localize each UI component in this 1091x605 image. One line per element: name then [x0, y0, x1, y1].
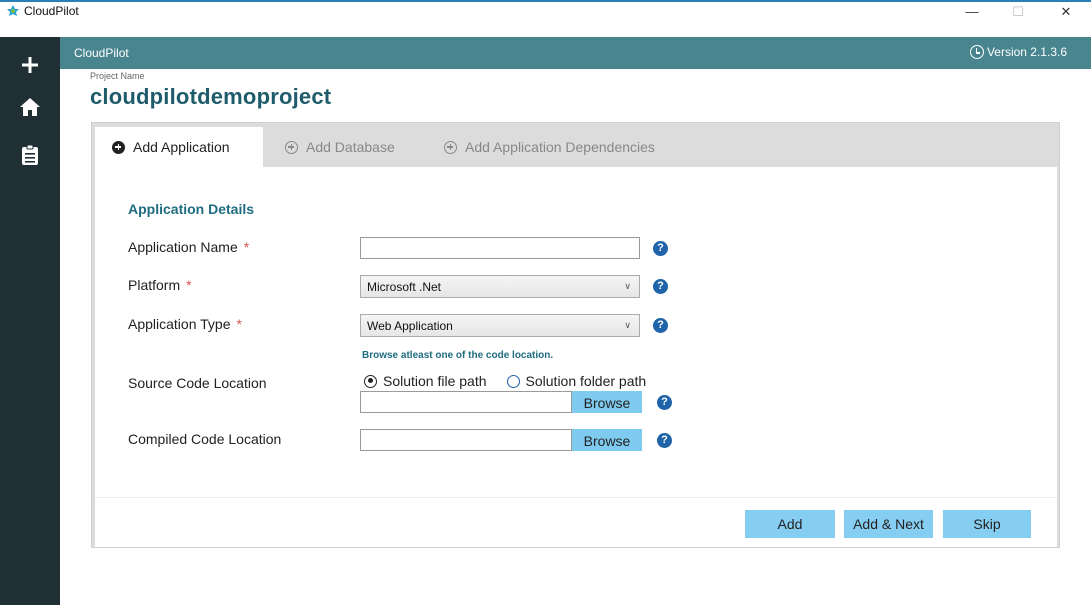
main-panel: Add Application Add Database Add Applica…	[91, 122, 1060, 548]
version-info: Version 2.1.3.6	[969, 45, 1067, 59]
add-circle-icon	[444, 140, 457, 154]
solution-folder-path-radio[interactable]	[506, 374, 520, 388]
required-mark: *	[243, 239, 250, 255]
source-code-path-input[interactable]	[360, 391, 572, 413]
plus-icon[interactable]	[0, 47, 60, 83]
chevron-down-icon: ∨	[624, 281, 631, 291]
close-button[interactable]: ✕	[1046, 2, 1086, 21]
add-circle-icon	[285, 140, 298, 154]
tab-label: Add Database	[306, 139, 395, 155]
maximize-button[interactable]: ☐	[998, 2, 1038, 21]
help-icon[interactable]: ?	[657, 433, 672, 448]
project-name: cloudpilotdemoproject	[90, 84, 332, 109]
solution-folder-path-label[interactable]: Solution folder path	[526, 373, 647, 389]
version-icon	[969, 45, 984, 59]
tab-label: Add Application Dependencies	[465, 139, 655, 155]
form-footer: Add Add & Next Skip	[95, 497, 1057, 547]
source-code-location-label: Source Code Location	[128, 375, 267, 391]
help-icon[interactable]: ?	[653, 279, 668, 294]
compiled-code-location-label: Compiled Code Location	[128, 431, 282, 447]
compiled-code-browse-button[interactable]: Browse	[572, 429, 642, 451]
help-icon[interactable]: ?	[653, 241, 668, 256]
required-mark: *	[186, 277, 192, 293]
solution-file-path-label[interactable]: Solution file path	[383, 373, 487, 389]
project-name-label: Project Name	[90, 71, 145, 81]
version-label: Version 2.1.3.6	[986, 45, 1067, 59]
form-content: Application Details Application Name * ? …	[95, 167, 1057, 497]
application-type-label: Application Type *	[128, 316, 242, 332]
tab-add-database[interactable]: Add Database	[285, 127, 395, 167]
minimize-button[interactable]: —	[952, 2, 992, 21]
add-circle-icon	[112, 140, 125, 154]
platform-select[interactable]: Microsoft .Net ∨	[360, 275, 640, 298]
chevron-down-icon: ∨	[624, 320, 631, 330]
required-mark: *	[236, 316, 242, 332]
application-name-text: Application Name	[128, 239, 238, 255]
code-location-hint: Browse atleast one of the code location.	[362, 350, 554, 361]
window-titlebar: CloudPilot — ☐ ✕	[0, 0, 1091, 19]
home-icon[interactable]	[0, 89, 60, 125]
add-button[interactable]: Add	[745, 510, 835, 538]
report-icon[interactable]	[0, 137, 60, 173]
application-type-text: Application Type	[128, 316, 231, 332]
application-type-value: Web Application	[367, 319, 453, 333]
application-type-select[interactable]: Web Application ∨	[360, 314, 640, 337]
help-icon[interactable]: ?	[653, 318, 668, 333]
application-name-input[interactable]	[360, 237, 640, 259]
cloudpilot-logo-icon	[7, 5, 19, 16]
solution-file-path-radio[interactable]	[364, 374, 377, 388]
app-header: CloudPilot Version 2.1.3.6	[60, 37, 1091, 69]
tab-add-application[interactable]: Add Application	[95, 127, 263, 167]
section-title: Application Details	[128, 201, 255, 217]
platform-value: Microsoft .Net	[367, 280, 442, 294]
source-code-browse-button[interactable]: Browse	[572, 391, 642, 413]
compiled-code-path-input[interactable]	[360, 429, 572, 451]
application-name-label: Application Name *	[128, 239, 249, 255]
source-code-options: Solution file path Solution folder path	[364, 373, 646, 389]
window-title: CloudPilot	[24, 4, 79, 18]
help-icon[interactable]: ?	[657, 395, 672, 410]
header-brand: CloudPilot	[74, 46, 129, 60]
tab-bar: Add Application Add Database Add Applica…	[92, 123, 1059, 167]
skip-button[interactable]: Skip	[943, 510, 1031, 538]
platform-label: Platform *	[128, 277, 192, 293]
left-rail	[0, 37, 60, 605]
add-and-next-button[interactable]: Add & Next	[844, 510, 933, 538]
tab-label: Add Application	[133, 139, 230, 155]
tab-add-application-dependencies[interactable]: Add Application Dependencies	[444, 127, 655, 167]
platform-text: Platform	[128, 277, 181, 293]
